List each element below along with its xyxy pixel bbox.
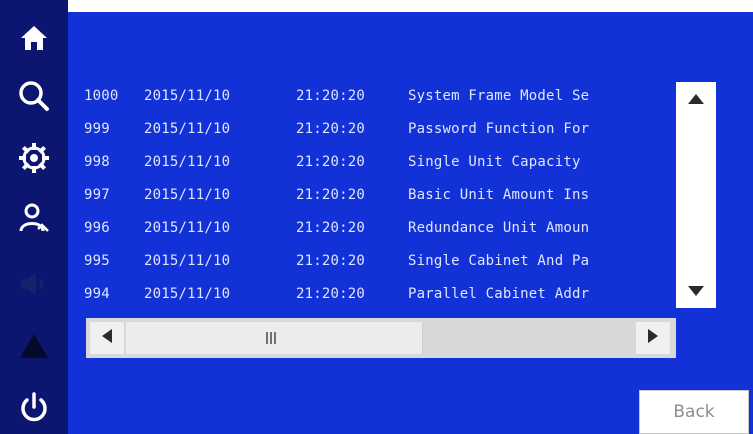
scroll-down-button[interactable] xyxy=(680,276,712,306)
log-event: System Frame Model Se xyxy=(408,88,590,104)
user-icon xyxy=(18,202,50,234)
log-time: 21:20:20 xyxy=(296,286,366,302)
log-event: Single Unit Capacity xyxy=(408,154,590,170)
log-date: 2015/11/10 xyxy=(144,253,231,269)
event-log-list: 1000 2015/11/10 21:20:20 System Frame Model… xyxy=(84,82,678,314)
log-date: 2015/11/10 xyxy=(144,286,231,302)
gear-icon xyxy=(18,142,50,174)
log-row[interactable]: 995 2015/11/10 21:20:20 Single Cabinet And … xyxy=(84,250,589,272)
home-button[interactable] xyxy=(10,18,58,58)
log-id: 994 xyxy=(84,286,110,302)
arrow-left-icon xyxy=(101,328,113,348)
alarm-button[interactable] xyxy=(10,326,58,366)
scroll-right-button[interactable] xyxy=(636,322,670,354)
arrow-down-icon xyxy=(687,282,705,301)
log-row[interactable]: 999 2015/11/10 21:20:20 Password Function F… xyxy=(84,118,589,140)
log-time: 21:20:20 xyxy=(296,154,366,170)
horizontal-scroll-thumb[interactable] xyxy=(126,322,423,354)
log-row[interactable]: 1000 2015/11/10 21:20:20 System Frame Model… xyxy=(84,85,589,107)
log-time: 21:20:20 xyxy=(296,253,366,269)
scroll-left-button[interactable] xyxy=(90,322,124,354)
warning-icon xyxy=(18,330,50,362)
vertical-scroll-track[interactable] xyxy=(680,116,712,272)
log-time: 21:20:20 xyxy=(296,88,366,104)
user-button[interactable] xyxy=(10,198,58,238)
log-time: 21:20:20 xyxy=(296,187,366,203)
home-icon xyxy=(19,23,49,53)
log-id: 998 xyxy=(84,154,110,170)
speaker-icon xyxy=(18,268,50,300)
search-button[interactable] xyxy=(10,76,58,116)
log-id: 997 xyxy=(84,187,110,203)
log-row[interactable]: 997 2015/11/10 21:20:20 Basic Unit Amount I… xyxy=(84,184,589,206)
back-button[interactable]: Back xyxy=(639,390,749,434)
log-event: Parallel Cabinet Addr xyxy=(408,286,590,302)
log-date: 2015/11/10 xyxy=(144,220,231,236)
grip-icon xyxy=(266,332,282,344)
log-time: 21:20:20 xyxy=(296,121,366,137)
power-icon xyxy=(17,391,51,425)
log-time: 21:20:20 xyxy=(296,220,366,236)
log-row[interactable]: 996 2015/11/10 21:20:20 Redundance Unit Amo… xyxy=(84,217,589,239)
log-id: 996 xyxy=(84,220,110,236)
log-event: Basic Unit Amount Ins xyxy=(408,187,590,203)
log-date: 2015/11/10 xyxy=(144,88,231,104)
horizontal-scrollbar[interactable] xyxy=(86,318,676,358)
log-id: 995 xyxy=(84,253,110,269)
log-event: Password Function For xyxy=(408,121,590,137)
log-date: 2015/11/10 xyxy=(144,187,231,203)
sound-button[interactable] xyxy=(10,264,58,304)
log-date: 2015/11/10 xyxy=(144,154,231,170)
log-date: 2015/11/10 xyxy=(144,121,231,137)
vertical-scrollbar[interactable] xyxy=(676,82,716,308)
arrow-right-icon xyxy=(647,328,659,348)
log-id: 999 xyxy=(84,121,110,137)
log-row[interactable]: 994 2015/11/10 21:20:20 Parallel Cabinet Ad… xyxy=(84,283,589,305)
arrow-up-icon xyxy=(687,90,705,109)
log-event: Single Cabinet And Pa xyxy=(408,253,590,269)
search-icon xyxy=(18,80,50,112)
scroll-up-button[interactable] xyxy=(680,84,712,114)
log-id: 1000 xyxy=(84,88,119,104)
event-log-panel: 1000 2015/11/10 21:20:20 System Frame Model… xyxy=(68,12,753,434)
settings-button[interactable] xyxy=(10,138,58,178)
power-button[interactable] xyxy=(10,388,58,428)
sidebar xyxy=(0,0,68,434)
log-row[interactable]: 998 2015/11/10 21:20:20 Single Unit Capacit… xyxy=(84,151,589,173)
log-event: Redundance Unit Amoun xyxy=(408,220,590,236)
